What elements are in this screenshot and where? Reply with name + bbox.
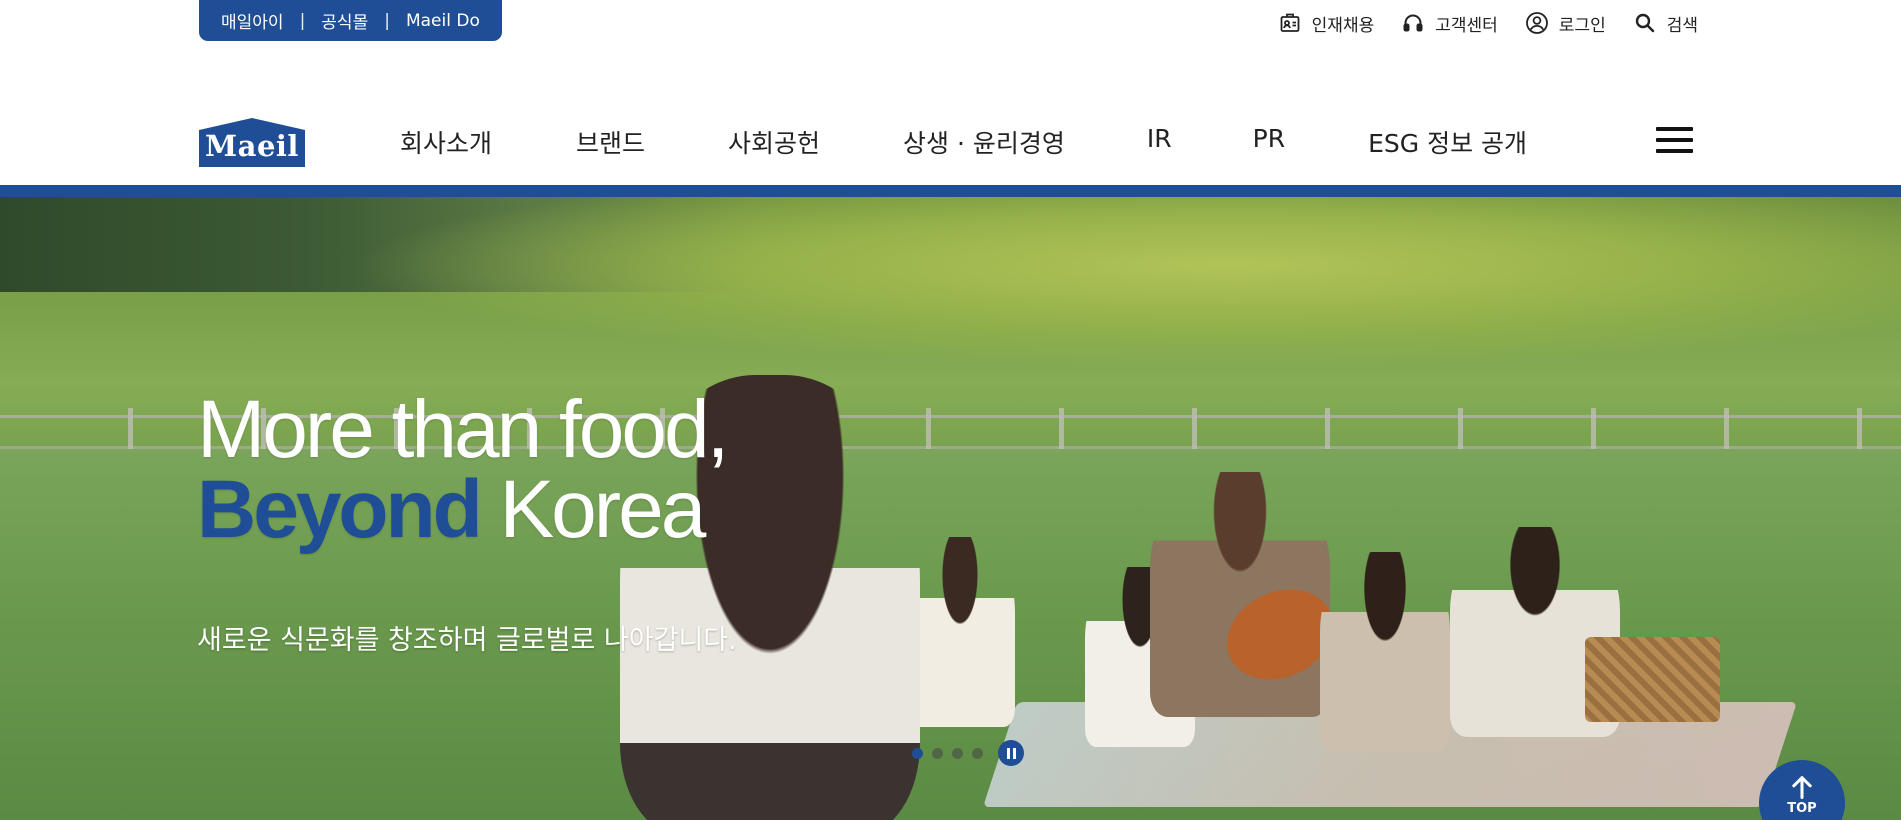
hamburger-bar <box>1656 138 1693 142</box>
hero-picnic-basket <box>1585 637 1720 722</box>
hamburger-menu-icon[interactable] <box>1656 127 1693 153</box>
family-separator: | <box>299 10 306 31</box>
headset-icon <box>1403 14 1423 32</box>
hamburger-bar <box>1656 127 1693 131</box>
hero-child-figure <box>905 537 1015 727</box>
menu-item-esg[interactable]: ESG 정보 공개 <box>1368 124 1527 160</box>
menu-item-pr[interactable]: PR <box>1253 124 1285 160</box>
menu-item-company[interactable]: 회사소개 <box>400 124 492 160</box>
hero-child-figure <box>1320 552 1450 752</box>
slide-dot[interactable] <box>932 747 943 759</box>
family-separator: | <box>384 10 390 31</box>
hero-headline-line2: Beyond Korea <box>197 469 726 551</box>
slide-dot[interactable] <box>952 747 963 759</box>
user-circle-icon <box>1525 12 1548 34</box>
hero-banner: More than food, Beyond Korea 새로운 식문화를 창조… <box>0 197 1901 820</box>
maeil-logo[interactable]: Maeil <box>199 118 305 167</box>
hero-headline-line2-rest: Korea <box>479 464 706 555</box>
search-label: 검색 <box>1666 15 1698 36</box>
header-divider <box>0 185 1901 197</box>
main-menu: 회사소개 브랜드 사회공헌 상생 · 윤리경영 IR PR ESG 정보 공개 <box>400 124 1527 160</box>
search-icon <box>1635 13 1654 33</box>
scroll-top-label: TOP <box>1787 801 1817 816</box>
slide-dot[interactable] <box>912 747 923 759</box>
id-card-icon <box>1280 13 1300 32</box>
login-link[interactable]: 로그인 <box>1525 11 1606 36</box>
pause-icon-bar <box>1012 747 1016 759</box>
logo-notch-shape <box>199 118 305 130</box>
hero-headline-block: More than food, Beyond Korea <box>197 389 729 551</box>
menu-item-social-contribution[interactable]: 사회공헌 <box>728 124 820 160</box>
family-link-maeil-i[interactable]: 매일아이 <box>221 8 284 33</box>
careers-link[interactable]: 인재채용 <box>1278 11 1375 36</box>
global-navigation: Maeil 회사소개 브랜드 사회공헌 상생 · 윤리경영 IR PR ESG … <box>0 108 1901 185</box>
slide-pagination <box>912 740 1024 766</box>
menu-item-ethics[interactable]: 상생 · 윤리경영 <box>903 124 1065 160</box>
menu-item-brand[interactable]: 브랜드 <box>576 124 645 160</box>
arrow-up-icon <box>1792 776 1812 800</box>
customer-center-link[interactable]: 고객센터 <box>1401 11 1498 36</box>
slide-pause-button[interactable] <box>998 740 1024 766</box>
hero-headline: More than food, Beyond Korea <box>197 389 729 551</box>
family-site-tab: 매일아이 | 공식몰 | Maeil Do <box>199 0 502 41</box>
login-label: 로그인 <box>1558 15 1606 36</box>
hero-hillside <box>350 197 1901 367</box>
hero-headline-accent: Beyond <box>197 464 483 555</box>
hero-headline-line1: More than food, <box>197 384 729 475</box>
search-link[interactable]: 검색 <box>1633 11 1698 36</box>
logo-text: Maeil <box>205 129 299 163</box>
utility-nav: 인재채용 고객센터 로그인 검색 <box>1278 8 1698 38</box>
pause-icon-bar <box>1006 747 1010 759</box>
menu-item-ir[interactable]: IR <box>1147 124 1172 160</box>
family-link-official-mall[interactable]: 공식몰 <box>321 8 368 33</box>
hamburger-bar <box>1656 149 1693 153</box>
customer-center-label: 고객센터 <box>1435 15 1498 36</box>
slide-dot[interactable] <box>972 747 983 759</box>
hero-subcopy: 새로운 식문화를 창조하며 글로벌로 나아갑니다. <box>197 625 737 656</box>
careers-label: 인재채용 <box>1311 15 1375 36</box>
family-link-maeil-do[interactable]: Maeil Do <box>406 11 480 31</box>
